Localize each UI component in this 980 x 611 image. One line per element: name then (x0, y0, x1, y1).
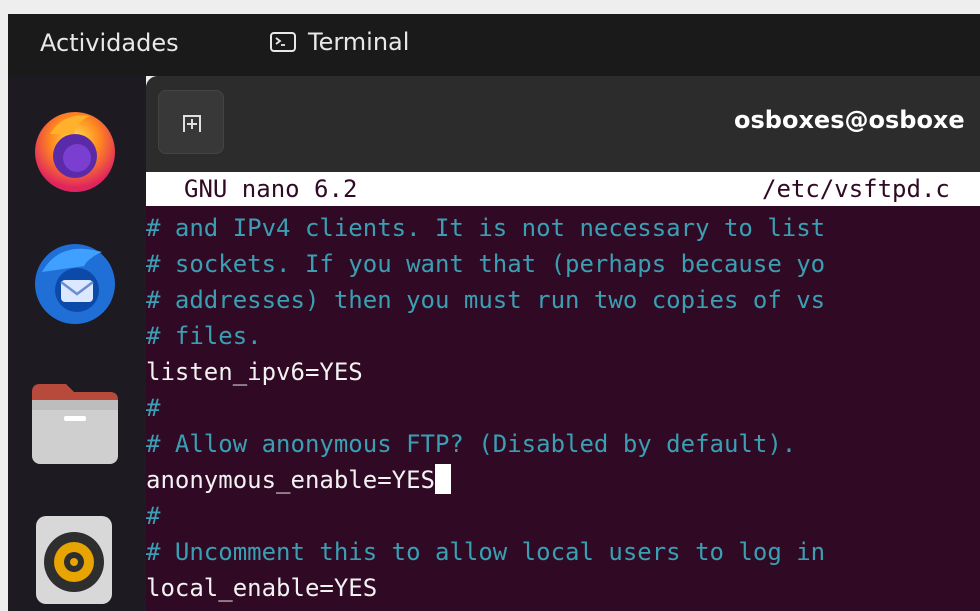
new-tab-button[interactable] (158, 90, 224, 154)
editor-line-current: anonymous_enable=YES (146, 462, 825, 498)
editor-line: # Uncomment this to allow local users to… (146, 538, 826, 566)
window-title: osboxes@osboxe (734, 106, 965, 134)
editor-line: # addresses) then you must run two copie… (146, 286, 826, 314)
nano-filename: /etc/vsftpd.c (762, 175, 950, 203)
editor-line: listen_ipv6=YES (146, 358, 363, 386)
editor-line: # and IPv4 clients. It is not necessary … (146, 214, 826, 242)
editor-line: # Allow anonymous FTP? (Disabled by defa… (146, 430, 797, 458)
dock (8, 76, 146, 611)
editor-line: # sockets. If you want that (perhaps bec… (146, 250, 826, 278)
thunderbird-icon[interactable] (30, 236, 120, 326)
editor-line: # (146, 394, 161, 422)
top-bar: Actividades Terminal (8, 14, 980, 76)
editor-line-text: anonymous_enable=YES (146, 466, 435, 494)
app-menu-label: Terminal (308, 28, 410, 56)
editor-content[interactable]: # and IPv4 clients. It is not necessary … (146, 210, 825, 606)
nano-titlebar: GNU nano 6.2 /etc/vsftpd.c (146, 172, 980, 206)
terminal-icon (270, 32, 296, 52)
editor-line: # files. (146, 322, 262, 350)
rhythmbox-icon[interactable] (30, 514, 120, 604)
window-header: osboxes@osboxe (146, 76, 980, 173)
new-tab-icon (183, 115, 201, 132)
text-cursor (434, 464, 451, 494)
activities-button[interactable]: Actividades (40, 29, 179, 57)
files-icon[interactable] (30, 376, 120, 466)
firefox-icon[interactable] (30, 104, 120, 194)
nano-version: GNU nano 6.2 (184, 175, 358, 203)
editor-line: # (146, 502, 161, 530)
editor-line: local_enable=YES (146, 574, 378, 602)
terminal-window: osboxes@osboxe GNU nano 6.2 /etc/vsftpd.… (146, 76, 980, 611)
app-menu[interactable]: Terminal (270, 28, 409, 56)
